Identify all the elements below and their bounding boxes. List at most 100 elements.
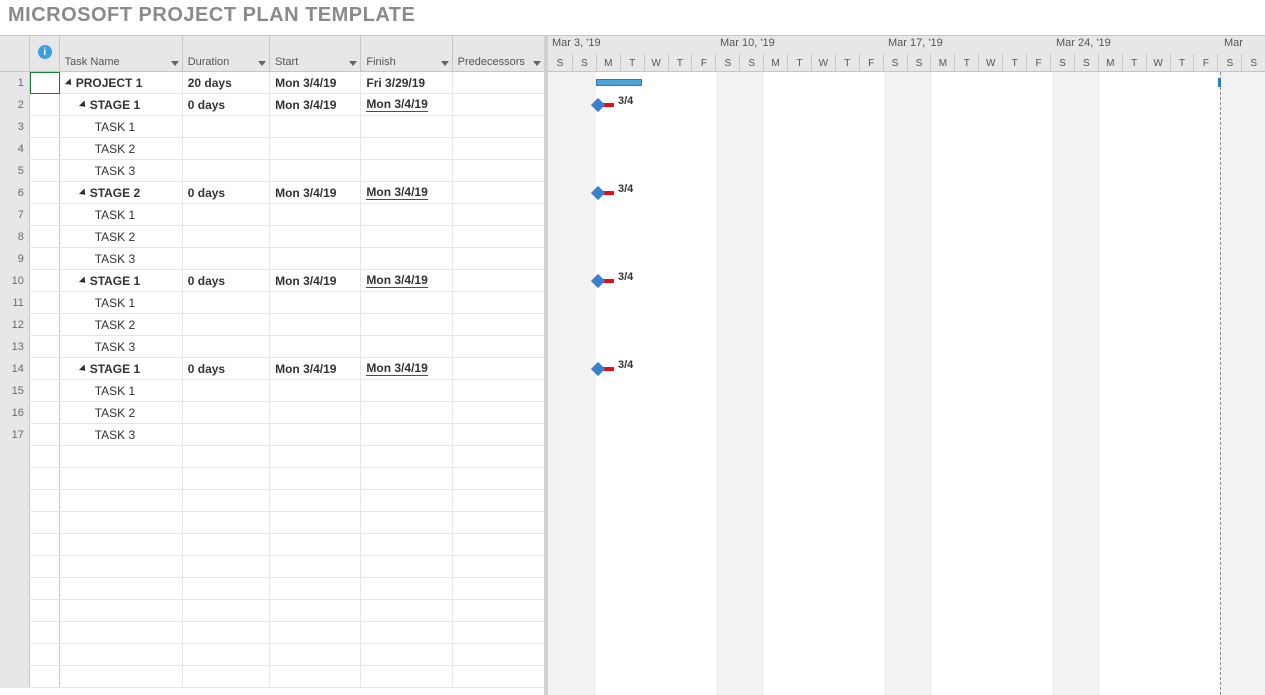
task-name-cell[interactable]: TASK 2 xyxy=(60,226,183,247)
duration-cell[interactable] xyxy=(183,160,270,181)
gantt-row[interactable] xyxy=(548,116,1265,138)
duration-cell[interactable] xyxy=(183,666,270,687)
duration-cell[interactable]: 0 days xyxy=(183,182,270,203)
duration-cell[interactable] xyxy=(183,622,270,643)
finish-cell[interactable] xyxy=(361,600,452,621)
duration-cell[interactable] xyxy=(183,314,270,335)
gantt-row[interactable] xyxy=(548,314,1265,336)
start-cell[interactable] xyxy=(270,622,361,643)
start-cell[interactable] xyxy=(270,644,361,665)
start-cell[interactable] xyxy=(270,226,361,247)
table-row[interactable] xyxy=(0,578,544,600)
header-rownum[interactable] xyxy=(0,36,30,71)
task-name-cell[interactable]: STAGE 2 xyxy=(60,182,183,203)
task-name-cell[interactable]: TASK 3 xyxy=(60,336,183,357)
info-cell[interactable] xyxy=(30,292,60,313)
predecessors-cell[interactable] xyxy=(453,512,544,533)
start-cell[interactable] xyxy=(270,292,361,313)
task-name-cell[interactable]: STAGE 1 xyxy=(60,270,183,291)
finish-cell[interactable] xyxy=(361,226,452,247)
row-number[interactable] xyxy=(0,578,30,599)
predecessors-cell[interactable] xyxy=(453,116,544,137)
outline-toggle-icon[interactable] xyxy=(65,78,74,87)
row-number[interactable]: 12 xyxy=(0,314,30,335)
finish-cell[interactable]: Mon 3/4/19 xyxy=(361,94,452,115)
duration-cell[interactable]: 0 days xyxy=(183,94,270,115)
finish-cell[interactable] xyxy=(361,512,452,533)
row-number[interactable]: 10 xyxy=(0,270,30,291)
info-cell[interactable] xyxy=(30,138,60,159)
gantt-row[interactable] xyxy=(548,138,1265,160)
row-number[interactable] xyxy=(0,534,30,555)
duration-cell[interactable] xyxy=(183,336,270,357)
task-name-cell[interactable] xyxy=(60,600,183,621)
predecessors-cell[interactable] xyxy=(453,292,544,313)
task-name-cell[interactable]: TASK 1 xyxy=(60,116,183,137)
row-number[interactable]: 7 xyxy=(0,204,30,225)
task-name-cell[interactable]: TASK 2 xyxy=(60,314,183,335)
finish-cell[interactable] xyxy=(361,138,452,159)
info-cell[interactable] xyxy=(30,72,60,93)
chevron-down-icon[interactable] xyxy=(258,61,266,66)
gantt-body[interactable]: 3/43/43/43/4 xyxy=(548,72,1265,695)
info-cell[interactable] xyxy=(30,424,60,445)
row-number[interactable] xyxy=(0,644,30,665)
start-cell[interactable] xyxy=(270,424,361,445)
finish-cell[interactable] xyxy=(361,468,452,489)
gantt-row[interactable] xyxy=(548,424,1265,446)
header-finish[interactable]: Finish xyxy=(361,36,452,71)
start-cell[interactable] xyxy=(270,468,361,489)
table-row[interactable]: 2STAGE 10 daysMon 3/4/19Mon 3/4/19 xyxy=(0,94,544,116)
finish-cell[interactable] xyxy=(361,160,452,181)
table-row[interactable]: 11TASK 1 xyxy=(0,292,544,314)
predecessors-cell[interactable] xyxy=(453,622,544,643)
duration-cell[interactable] xyxy=(183,226,270,247)
gantt-row[interactable]: 3/4 xyxy=(548,94,1265,116)
header-info[interactable]: i xyxy=(30,36,60,71)
finish-cell[interactable] xyxy=(361,446,452,467)
start-cell[interactable] xyxy=(270,666,361,687)
row-number[interactable]: 6 xyxy=(0,182,30,203)
table-row[interactable]: 12 TASK 2 xyxy=(0,314,544,336)
predecessors-cell[interactable] xyxy=(453,160,544,181)
gantt-chart[interactable]: Mar 3, '19Mar 10, '19Mar 17, '19Mar 24, … xyxy=(548,36,1265,695)
start-cell[interactable]: Mon 3/4/19 xyxy=(270,72,361,93)
task-name-cell[interactable]: TASK 1 xyxy=(60,204,183,225)
finish-cell[interactable] xyxy=(361,292,452,313)
table-row[interactable] xyxy=(0,622,544,644)
task-name-cell[interactable]: STAGE 1 xyxy=(60,94,183,115)
start-cell[interactable] xyxy=(270,512,361,533)
table-row[interactable]: 5TASK 3 xyxy=(0,160,544,182)
row-number[interactable]: 13 xyxy=(0,336,30,357)
predecessors-cell[interactable] xyxy=(453,490,544,511)
task-name-cell[interactable] xyxy=(60,556,183,577)
row-number[interactable]: 5 xyxy=(0,160,30,181)
task-name-cell[interactable] xyxy=(60,512,183,533)
finish-cell[interactable]: Mon 3/4/19 xyxy=(361,270,452,291)
table-row[interactable] xyxy=(0,512,544,534)
info-cell[interactable] xyxy=(30,490,60,511)
row-number[interactable] xyxy=(0,468,30,489)
predecessors-cell[interactable] xyxy=(453,336,544,357)
duration-cell[interactable] xyxy=(183,424,270,445)
table-row[interactable]: 6STAGE 20 daysMon 3/4/19Mon 3/4/19 xyxy=(0,182,544,204)
start-cell[interactable]: Mon 3/4/19 xyxy=(270,358,361,379)
predecessors-cell[interactable] xyxy=(453,402,544,423)
finish-cell[interactable]: Mon 3/4/19 xyxy=(361,182,452,203)
start-cell[interactable] xyxy=(270,138,361,159)
info-cell[interactable] xyxy=(30,402,60,423)
finish-cell[interactable] xyxy=(361,248,452,269)
gantt-row[interactable] xyxy=(548,292,1265,314)
predecessors-cell[interactable] xyxy=(453,446,544,467)
table-row[interactable]: 10STAGE 10 daysMon 3/4/19Mon 3/4/19 xyxy=(0,270,544,292)
task-name-cell[interactable] xyxy=(60,578,183,599)
start-cell[interactable] xyxy=(270,248,361,269)
finish-cell[interactable] xyxy=(361,336,452,357)
row-number[interactable] xyxy=(0,446,30,467)
table-row[interactable]: 3TASK 1 xyxy=(0,116,544,138)
row-number[interactable]: 2 xyxy=(0,94,30,115)
gantt-row[interactable] xyxy=(548,72,1265,94)
predecessors-cell[interactable] xyxy=(453,534,544,555)
info-cell[interactable] xyxy=(30,270,60,291)
duration-cell[interactable] xyxy=(183,138,270,159)
